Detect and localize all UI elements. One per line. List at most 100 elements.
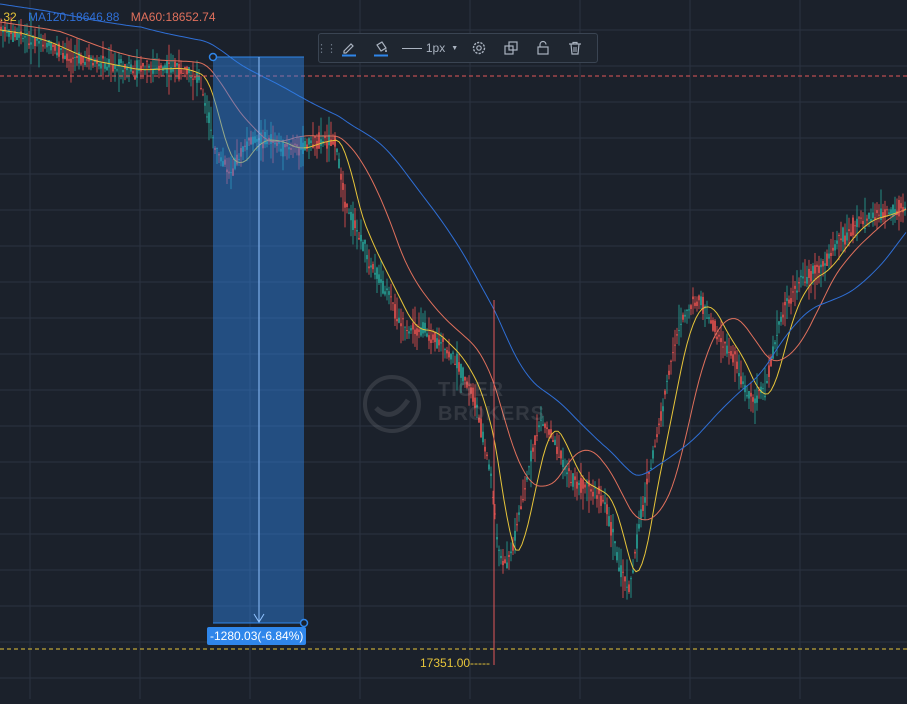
candle-body	[820, 264, 822, 268]
candle-body	[576, 481, 578, 489]
candle-body	[132, 71, 134, 74]
candle-body	[100, 63, 102, 69]
candle-body	[116, 69, 118, 71]
fill-bucket-icon	[374, 41, 388, 57]
candle-body	[822, 261, 824, 267]
candle-body	[900, 203, 902, 209]
drawing-toolbar: ⋮⋮ 1px ▼	[316, 33, 598, 63]
candle-body	[56, 52, 58, 56]
candle-body	[674, 344, 676, 346]
candle-body	[568, 468, 570, 472]
candle-body	[408, 331, 410, 334]
candle-body	[856, 218, 858, 227]
price-chart[interactable]	[0, 0, 907, 699]
candle-body	[880, 208, 882, 220]
candle-body	[320, 139, 322, 146]
clone-button[interactable]	[495, 34, 527, 62]
candle-body	[182, 73, 184, 75]
candle-body	[660, 411, 662, 421]
fill-color-button[interactable]	[365, 34, 397, 62]
candle-body	[134, 76, 136, 80]
candle-body	[372, 264, 374, 270]
candle-body	[582, 479, 584, 489]
candle-body	[604, 502, 606, 505]
candle-body	[730, 351, 732, 356]
candle-body	[536, 435, 538, 437]
candle-body	[502, 560, 504, 566]
candle-body	[748, 390, 750, 399]
candle-body	[632, 570, 634, 573]
pencil-color-button[interactable]	[333, 34, 365, 62]
candle-body	[156, 67, 158, 69]
candle-body	[626, 586, 628, 588]
candle-body	[336, 148, 338, 153]
candle-body	[690, 305, 692, 310]
candle-body	[22, 37, 24, 39]
candle-body	[426, 333, 428, 337]
candle-body	[666, 380, 668, 382]
candle-body	[590, 489, 592, 492]
candle-body	[514, 530, 516, 541]
candle-body	[832, 247, 834, 251]
candle-body	[398, 317, 400, 323]
candle-body	[644, 497, 646, 503]
candle-body	[350, 211, 352, 221]
candle-body	[380, 279, 382, 283]
candle-body	[694, 302, 696, 306]
candle-body	[692, 296, 694, 300]
candle-body	[164, 65, 166, 69]
candle-body	[838, 234, 840, 237]
lock-button[interactable]	[527, 34, 559, 62]
candle-body	[384, 291, 386, 295]
candle-body	[724, 341, 726, 344]
candle-body	[888, 212, 890, 215]
candle-body	[190, 77, 192, 79]
candle-body	[792, 291, 794, 293]
candle-body	[844, 235, 846, 245]
candle-body	[326, 141, 328, 149]
candle-body	[520, 506, 522, 510]
line-width-label: 1px	[425, 41, 446, 55]
candle-body	[872, 212, 874, 218]
candle-body	[66, 53, 68, 61]
candle-body	[624, 576, 626, 582]
candle-body	[194, 76, 196, 78]
candle-body	[98, 63, 100, 67]
candle-body	[416, 328, 418, 336]
candle-body	[846, 232, 848, 241]
candle-body	[560, 450, 562, 459]
grip-icon[interactable]: ⋮⋮	[316, 34, 337, 62]
candle-body	[780, 316, 782, 322]
candle-body	[740, 376, 742, 385]
candle-body	[618, 567, 620, 572]
candle-body	[148, 65, 150, 68]
candle-body	[208, 112, 210, 124]
candle-body	[366, 255, 368, 260]
candle-body	[686, 309, 688, 311]
candle-body	[750, 392, 752, 397]
candle-body	[878, 214, 880, 216]
candle-body	[866, 218, 868, 221]
candle-body	[616, 552, 618, 561]
candle-body	[676, 334, 678, 336]
candle-body	[684, 314, 686, 317]
candle-body	[346, 203, 348, 207]
candle-body	[518, 512, 520, 515]
candle-body	[650, 467, 652, 470]
delete-button[interactable]	[559, 34, 591, 62]
candle-body	[198, 76, 200, 81]
candle-body	[378, 274, 380, 283]
candle-body	[504, 559, 506, 564]
line-width-dropdown[interactable]: 1px ▼	[397, 34, 463, 62]
candle-body	[864, 227, 866, 229]
chart-area[interactable]: TIGER BROKERS	[0, 0, 907, 699]
settings-button[interactable]	[463, 34, 495, 62]
candle-body	[488, 464, 490, 470]
candle-body	[400, 323, 402, 327]
candle-body	[430, 339, 432, 344]
candle-body	[742, 381, 744, 384]
candle-body	[196, 72, 198, 83]
candle-body	[456, 353, 458, 369]
candle-body	[52, 44, 54, 48]
candle-body	[112, 64, 114, 72]
